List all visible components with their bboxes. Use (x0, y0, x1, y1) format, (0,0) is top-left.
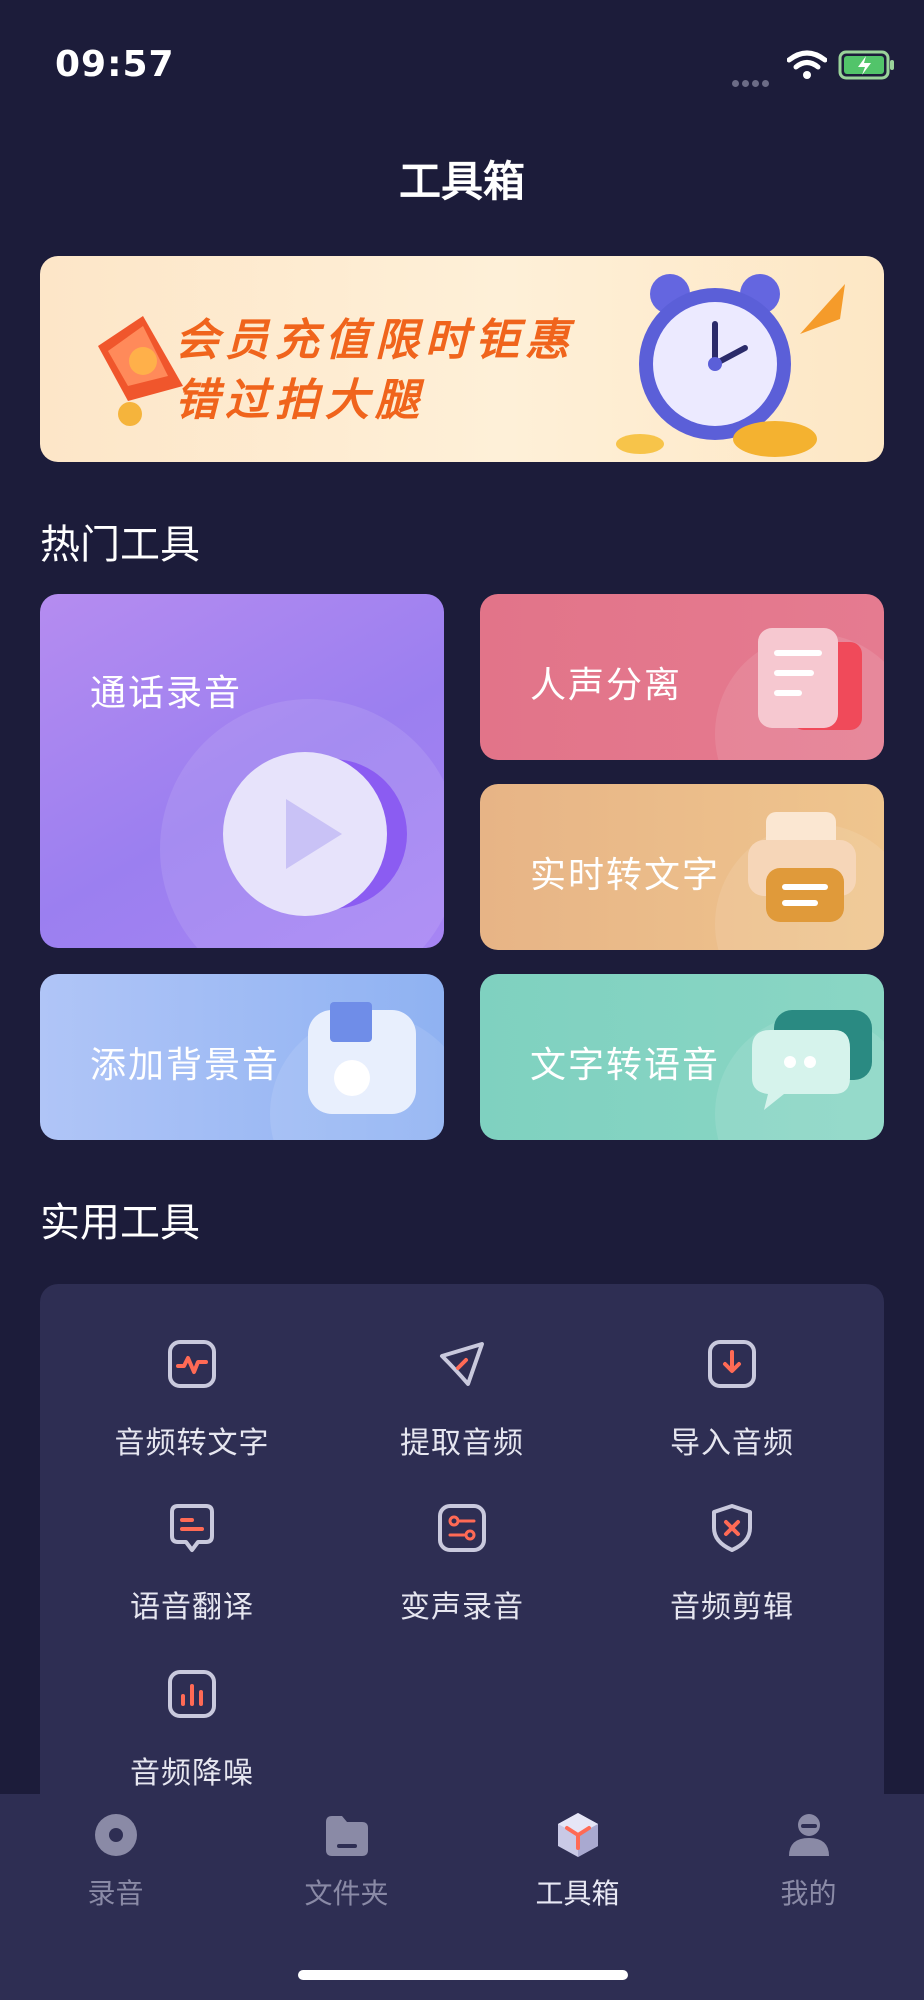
waveform-icon (168, 1340, 216, 1388)
hot-tool-label: 文字转语音 (530, 1045, 721, 1086)
sd-card-icon (308, 1002, 416, 1114)
record-icon (94, 1814, 137, 1856)
tool-label: 音频转文字 (114, 1426, 270, 1461)
tab-label: 文件夹 (304, 1877, 389, 1910)
tool-label: 音频降噪 (130, 1756, 254, 1791)
hot-tool-add-background-music[interactable]: 添加背景音 (40, 974, 444, 1140)
alarm-clock-icon (616, 274, 845, 457)
play-icon (223, 752, 407, 916)
folder-icon (325, 1816, 368, 1856)
hot-tool-text-to-speech[interactable]: 文字转语音 (480, 974, 884, 1140)
document-icon (758, 628, 862, 730)
hot-tools-title: 热门工具 (40, 522, 200, 568)
toolbox-cube-icon (557, 1813, 598, 1857)
tab-toolbox[interactable]: 工具箱 (462, 1810, 693, 1912)
wifi-icon (787, 50, 827, 79)
tool-audio-to-text[interactable]: 音频转文字 (57, 1336, 327, 1462)
tool-voice-change-recording[interactable]: 变声录音 (327, 1500, 597, 1626)
hot-tool-realtime-transcription[interactable]: 实时转文字 (480, 784, 884, 950)
import-icon (708, 1340, 756, 1388)
hot-tool-label: 实时转文字 (530, 855, 721, 896)
tab-folder[interactable]: 文件夹 (231, 1810, 462, 1912)
tool-audio-editing[interactable]: 音频剪辑 (597, 1500, 867, 1626)
cellular-signal-icon (732, 72, 776, 87)
tool-label: 提取音频 (400, 1426, 524, 1461)
close-shield-icon (712, 1504, 752, 1552)
hot-tool-call-recording[interactable]: 通话录音 (40, 594, 444, 948)
practical-tools-panel: 音频转文字 提取音频 导入音频 语音翻译 变声录音 音频剪辑 音频降噪 (40, 1284, 884, 1804)
status-time: 09:57 (55, 44, 175, 85)
practical-tools-title: 实用工具 (40, 1200, 200, 1246)
page-title: 工具箱 (398, 157, 525, 206)
hot-tool-vocal-separation[interactable]: 人声分离 (480, 594, 884, 760)
tool-voice-translation[interactable]: 语音翻译 (57, 1500, 327, 1626)
tool-label: 语音翻译 (130, 1590, 254, 1625)
home-indicator (298, 1970, 628, 1980)
hot-tool-label: 通话录音 (90, 673, 243, 714)
tab-label: 录音 (87, 1877, 144, 1910)
hot-tool-label: 添加背景音 (90, 1045, 281, 1086)
battery-charging-icon (838, 50, 894, 80)
send-icon (440, 1342, 484, 1386)
hot-tool-label: 人声分离 (530, 665, 683, 706)
profile-icon (788, 1814, 829, 1856)
tab-label: 我的 (780, 1877, 837, 1910)
banner-line-1: 会员充值限时钜惠 (175, 315, 575, 366)
banner-line-2: 错过拍大腿 (175, 375, 425, 426)
tab-record[interactable]: 录音 (0, 1810, 231, 1912)
tab-label: 工具箱 (535, 1877, 620, 1910)
tool-import-audio[interactable]: 导入音频 (597, 1336, 867, 1462)
tool-label: 变声录音 (400, 1590, 524, 1625)
chat-bubble-icon (752, 1010, 872, 1110)
message-icon (170, 1504, 214, 1552)
bar-chart-icon (168, 1670, 216, 1718)
printer-icon (748, 812, 856, 922)
tool-audio-noise-reduction[interactable]: 音频降噪 (57, 1666, 327, 1792)
tool-label: 音频剪辑 (670, 1590, 794, 1625)
promo-banner[interactable]: 会员充值限时钜惠 错过拍大腿 (40, 256, 884, 462)
sliders-icon (438, 1504, 486, 1552)
tool-label: 导入音频 (670, 1426, 794, 1461)
tool-extract-audio[interactable]: 提取音频 (327, 1336, 597, 1462)
tab-profile[interactable]: 我的 (693, 1810, 924, 1912)
